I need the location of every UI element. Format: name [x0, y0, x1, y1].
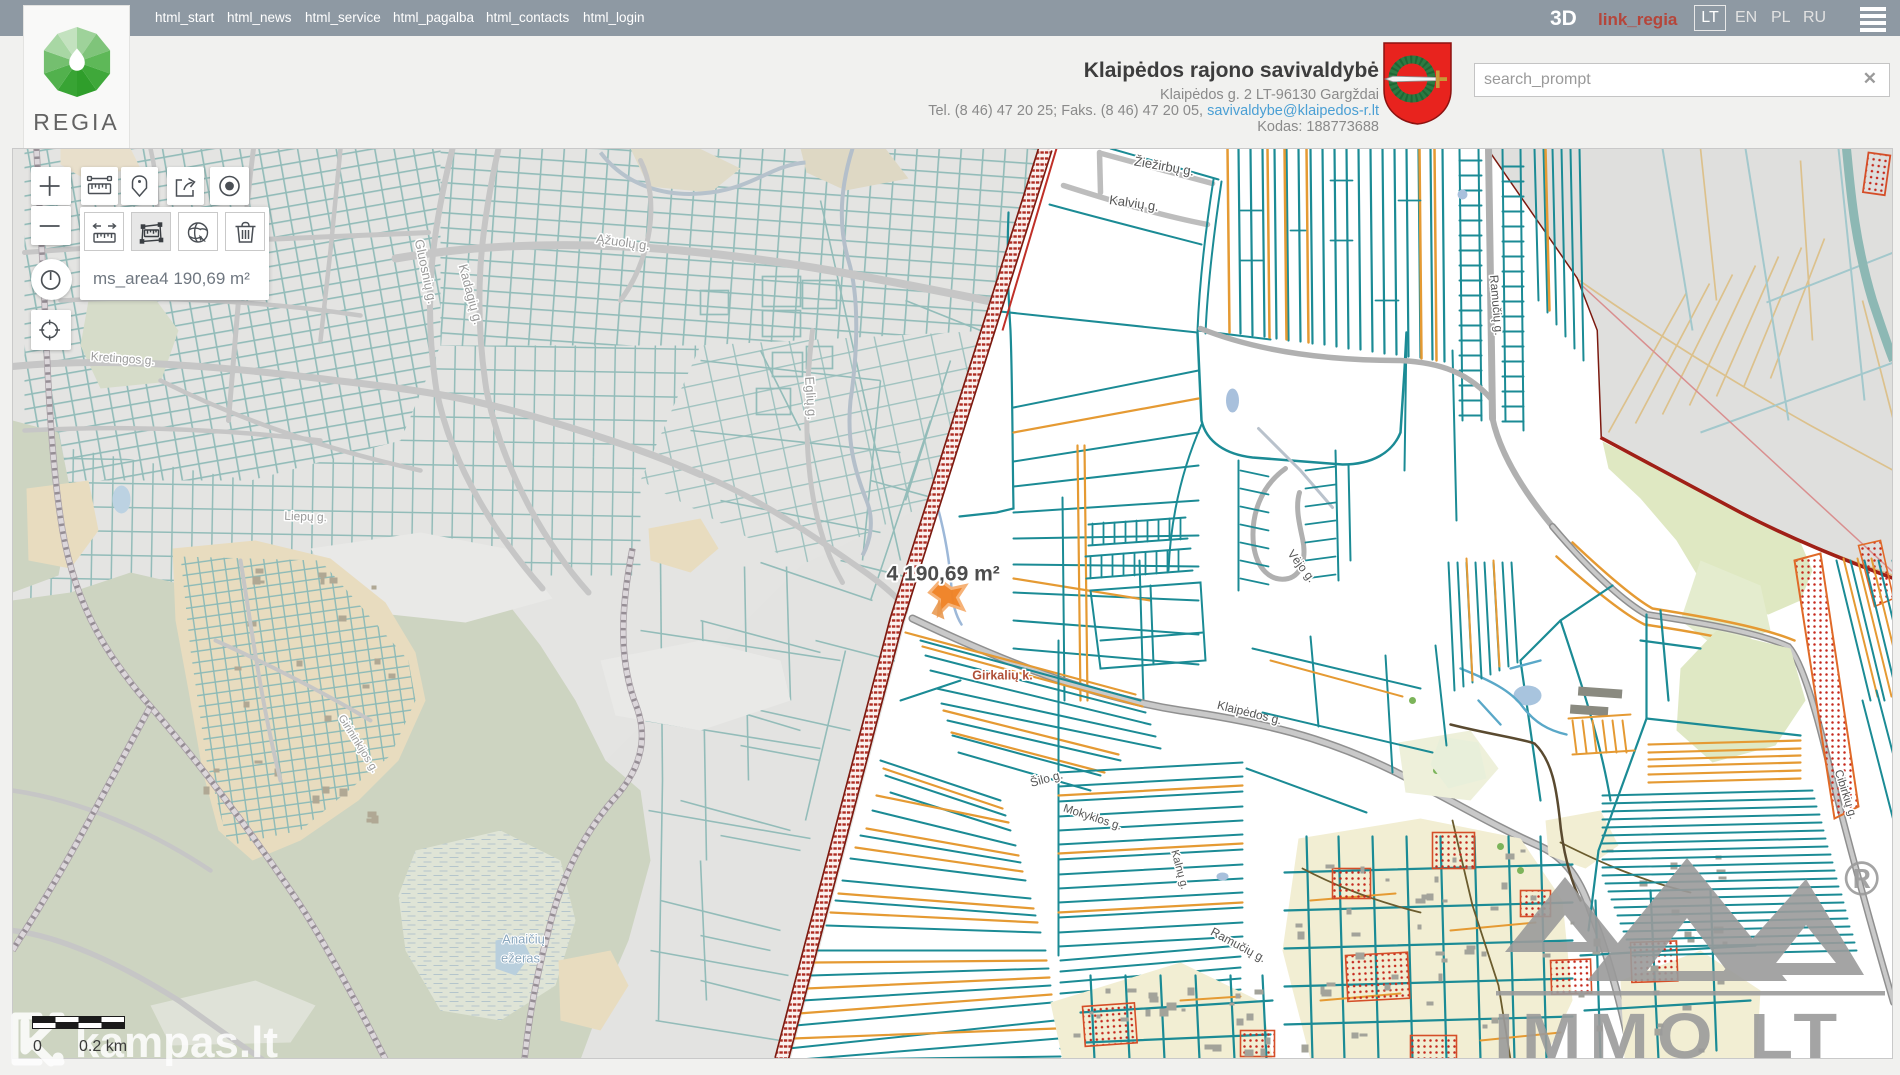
svg-text:LT: LT [1749, 1001, 1842, 1061]
svg-text:Liepų g.: Liepų g. [284, 509, 327, 524]
svg-text:®: ® [1844, 855, 1879, 906]
svg-text:Girkalių k.: Girkalių k. [972, 669, 1032, 683]
svg-text:ežeras: ežeras [501, 951, 541, 966]
svg-text:4 190,69 m²: 4 190,69 m² [887, 563, 1000, 586]
svg-text:Anaičių: Anaičių [502, 932, 545, 947]
svg-text:Eglių g.: Eglių g. [802, 376, 820, 420]
svg-text:IMMO: IMMO [1494, 1001, 1720, 1061]
